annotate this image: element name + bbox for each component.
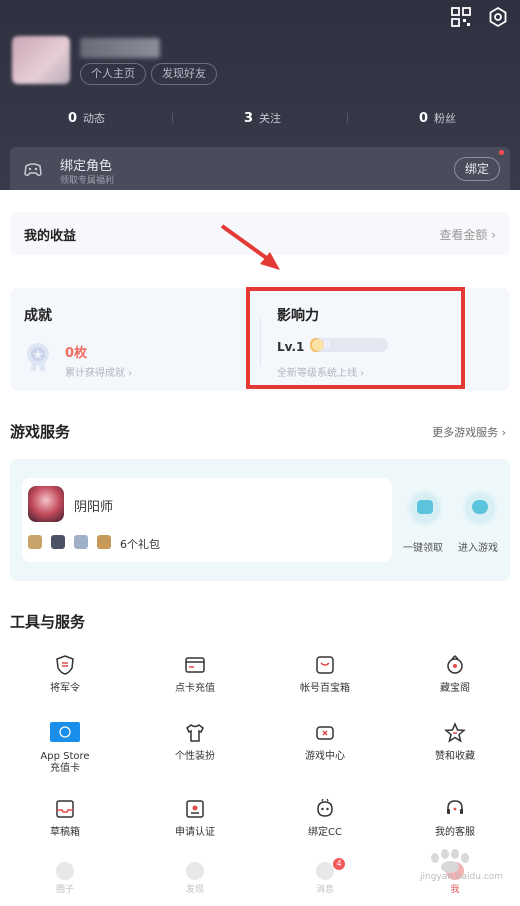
card-icon bbox=[185, 657, 205, 673]
personal-homepage-button[interactable]: 个人主页 bbox=[80, 63, 146, 85]
claim-all-label[interactable]: 一键领取 bbox=[403, 539, 443, 554]
game-card[interactable]: 阴阳师 6个礼包 bbox=[22, 478, 392, 562]
game-services-panel: 阴阳师 6个礼包 一键领取 进入游戏 bbox=[10, 459, 510, 581]
stat-following[interactable]: 3 关注 bbox=[244, 110, 281, 126]
watermark-text: jingyan.baidu.com bbox=[420, 872, 504, 882]
paw-logo-icon bbox=[431, 849, 469, 873]
nav-messages[interactable]: 4 消息 bbox=[260, 858, 390, 895]
notification-dot bbox=[499, 150, 504, 155]
certificate-icon bbox=[186, 800, 204, 818]
treasure-box-icon bbox=[316, 656, 334, 674]
nav-circle[interactable]: 圈子 bbox=[0, 862, 130, 895]
inbox-icon bbox=[56, 800, 74, 818]
circle-nav-icon bbox=[56, 862, 74, 880]
tools-title: 工具与服务 bbox=[10, 613, 86, 631]
achievement-title: 成就 bbox=[24, 308, 52, 324]
view-amount-link[interactable]: 查看金额 › bbox=[439, 226, 496, 243]
gift-count: 6个礼包 bbox=[120, 538, 160, 551]
divider bbox=[347, 113, 348, 123]
headset-icon bbox=[447, 800, 463, 814]
message-icon bbox=[316, 862, 334, 880]
tshirt-icon bbox=[186, 724, 204, 742]
planet-icon bbox=[186, 862, 204, 880]
annotation-arrow bbox=[220, 224, 280, 270]
nav-discover[interactable]: 发现 bbox=[130, 862, 260, 895]
bind-button[interactable]: 绑定 bbox=[454, 157, 500, 181]
medal-icon bbox=[27, 343, 49, 372]
shield-token-icon bbox=[56, 655, 74, 675]
gift-icon bbox=[28, 535, 42, 549]
gamepad-icon bbox=[472, 500, 488, 514]
settings-icon[interactable] bbox=[487, 6, 509, 28]
more-game-services-link[interactable]: 更多游戏服务 › bbox=[432, 424, 506, 440]
qr-code-icon[interactable] bbox=[450, 6, 472, 28]
gift-box-icon bbox=[417, 500, 433, 514]
income-title: 我的收益 bbox=[24, 229, 77, 244]
stat-posts[interactable]: 0 动态 bbox=[68, 110, 105, 126]
baidu-jingyan-watermark: jingyan.baidu.com bbox=[395, 848, 513, 894]
treasure-pavilion-icon bbox=[447, 654, 463, 674]
divider bbox=[172, 113, 173, 123]
stat-fans[interactable]: 0 粉丝 bbox=[419, 110, 456, 126]
gift-icon bbox=[97, 535, 111, 549]
enter-game-label[interactable]: 进入游戏 bbox=[458, 539, 498, 554]
message-badge: 4 bbox=[333, 858, 345, 870]
gamepad-icon bbox=[316, 726, 334, 740]
app-store-icon bbox=[50, 722, 80, 742]
chevron-right-icon: › bbox=[491, 228, 496, 242]
achievement-count[interactable]: 0枚 bbox=[65, 342, 87, 361]
profile-header: 个人主页 发现好友 0 动态 3 关注 0 粉丝 绑定角色 领取专属福利 绑定 bbox=[0, 0, 520, 190]
star-icon bbox=[444, 722, 466, 743]
gift-icon bbox=[74, 535, 88, 549]
bind-role-title: 绑定角色 bbox=[60, 159, 113, 174]
annotation-highlight-box bbox=[246, 287, 465, 389]
bind-role-card[interactable]: 绑定角色 领取专属福利 绑定 bbox=[10, 147, 510, 190]
game-avatar-icon bbox=[28, 486, 64, 522]
enter-game-button[interactable] bbox=[462, 490, 498, 526]
gift-icon bbox=[51, 535, 65, 549]
game-name: 阴阳师 bbox=[74, 500, 114, 515]
bind-role-subtitle: 领取专属福利 bbox=[60, 176, 115, 186]
find-friends-button[interactable]: 发现好友 bbox=[151, 63, 217, 85]
avatar[interactable] bbox=[12, 36, 70, 84]
achievement-subtitle[interactable]: 累计获得成就 › bbox=[65, 364, 132, 379]
gamepad-icon bbox=[24, 163, 42, 177]
username-blurred bbox=[80, 38, 160, 58]
game-services-title: 游戏服务 bbox=[10, 423, 71, 441]
claim-all-button[interactable] bbox=[407, 490, 443, 526]
cc-icon bbox=[317, 798, 333, 817]
